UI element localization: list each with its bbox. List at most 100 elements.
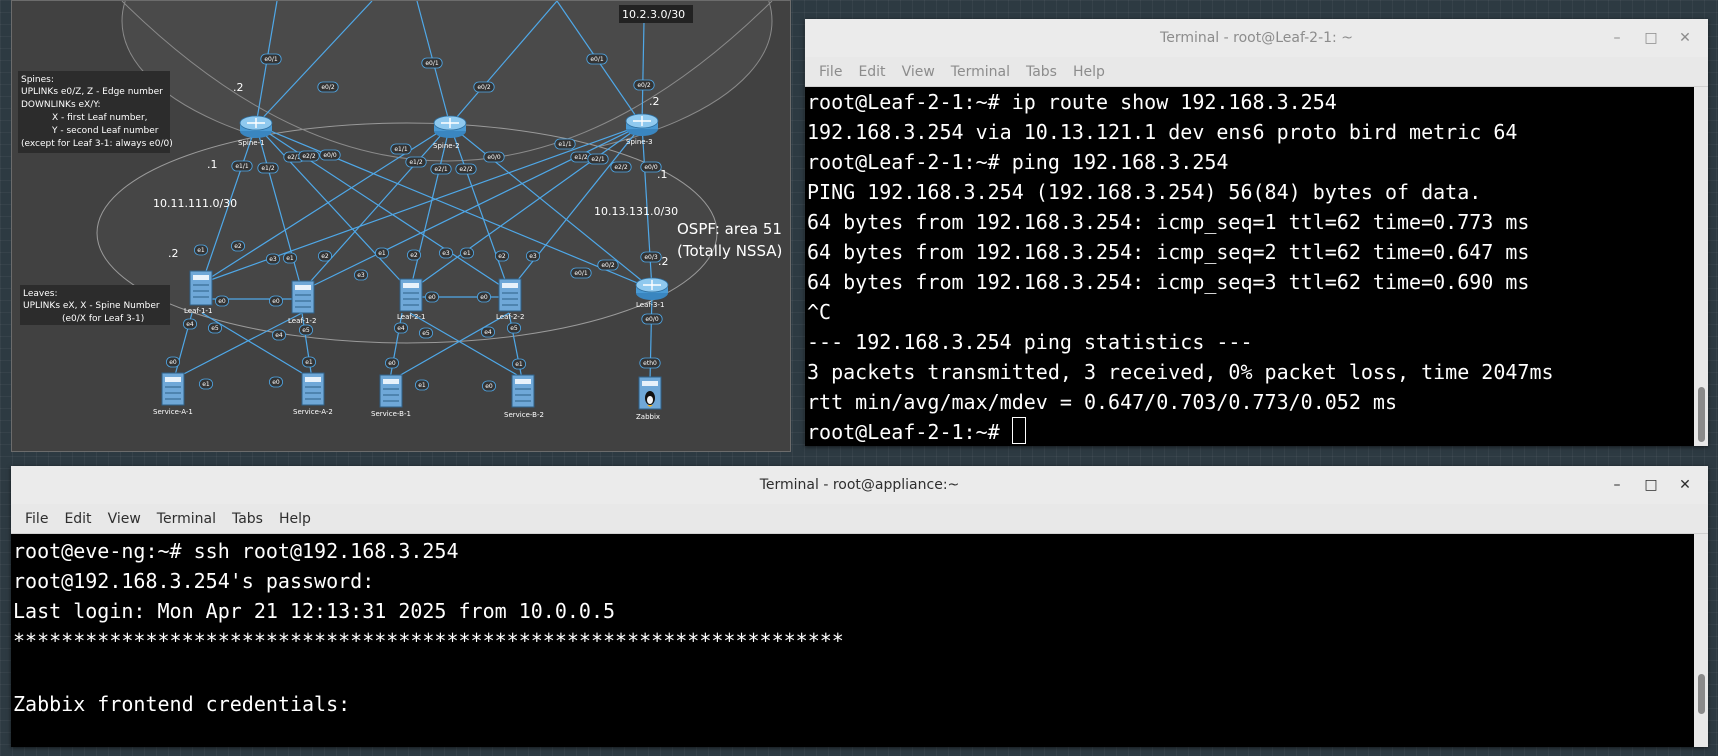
service-b-2-server[interactable] <box>511 374 535 408</box>
interface-label-text: e0/1 <box>425 60 439 67</box>
terminal-line: root@eve-ng:~# ssh root@192.168.3.254 <box>13 539 459 563</box>
scroll-thumb[interactable] <box>1698 674 1705 714</box>
menu-help[interactable]: Help <box>271 511 319 527</box>
menu-terminal[interactable]: Terminal <box>149 511 224 527</box>
interface-label-text: e2 <box>321 253 329 260</box>
interface-label-text: e1/1 <box>235 163 249 170</box>
address-label: .2 <box>649 95 660 108</box>
spines-note-line: Y - second Leaf number <box>51 126 159 136</box>
leaf-1-2-server[interactable] <box>291 280 315 314</box>
interface-label: e0/3 <box>640 251 662 263</box>
interface-label-text: e3 <box>357 272 365 279</box>
scrollbar[interactable] <box>1694 87 1708 446</box>
interface-label: e2 <box>406 249 421 261</box>
menu-help[interactable]: Help <box>1065 64 1113 80</box>
interface-label-text: e4 <box>397 325 405 332</box>
leaf-3-1-router[interactable] <box>635 277 669 300</box>
interface-label: e1 <box>414 379 429 391</box>
interface-label-text: e3 <box>529 253 537 260</box>
menu-file[interactable]: File <box>17 511 56 527</box>
interface-label: e2/1 <box>587 153 609 165</box>
interface-label: e0/1 <box>570 267 592 279</box>
interface-label: e4 <box>271 329 286 341</box>
interface-label: e5 <box>207 322 222 334</box>
terminal-window-appliance[interactable]: Terminal - root@appliance:~ – □ ✕ File E… <box>11 466 1708 747</box>
terminal-line: Last login: Mon Apr 21 12:13:31 2025 fro… <box>13 599 616 623</box>
menu-tabs[interactable]: Tabs <box>224 511 271 527</box>
leaf-2-2-server[interactable] <box>498 278 522 312</box>
interface-label: e5 <box>298 324 313 336</box>
minimize-icon[interactable]: – <box>1600 19 1634 57</box>
terminal-line: 64 bytes from 192.168.3.254: icmp_seq=2 … <box>807 240 1530 264</box>
menu-file[interactable]: File <box>811 64 850 80</box>
interface-label-text: e1/2 <box>574 154 588 161</box>
spine-3-label: Spine-3 <box>626 138 653 146</box>
interface-label: e0/0 <box>319 149 341 161</box>
interface-label-text: e0/2 <box>477 84 491 91</box>
spines-note-line: (except for Leaf 3-1: always e0/0) <box>21 139 173 149</box>
interface-label-text: e2/2 <box>302 153 316 160</box>
scroll-thumb[interactable] <box>1698 387 1705 442</box>
spines-note-line: UPLINKs e0/Z, Z - Edge number <box>21 87 163 97</box>
service-b-1-server[interactable] <box>379 374 403 408</box>
maximize-icon[interactable]: □ <box>1634 466 1668 504</box>
window-title: Terminal - root@appliance:~ <box>759 477 960 493</box>
titlebar[interactable]: Terminal - root@Leaf-2-1: ~ – □ ✕ <box>805 19 1708 57</box>
minimize-icon[interactable]: – <box>1600 466 1634 504</box>
interface-label: e2/2 <box>298 150 320 162</box>
interface-label-text: e5 <box>510 325 518 332</box>
terminal-line: ****************************************… <box>13 629 844 653</box>
menu-edit[interactable]: Edit <box>56 511 99 527</box>
menu-view[interactable]: View <box>894 64 943 80</box>
terminal-output[interactable]: root@eve-ng:~# ssh root@192.168.3.254 ro… <box>11 534 1694 747</box>
terminal-line: root@Leaf-2-1:~# ip route show 192.168.3… <box>807 90 1337 114</box>
close-icon[interactable]: ✕ <box>1668 19 1702 57</box>
address-label: .2 <box>168 247 179 260</box>
menu-tabs[interactable]: Tabs <box>1018 64 1065 80</box>
interface-label-text: e0/2 <box>321 84 335 91</box>
service-a-1-server[interactable] <box>161 372 185 406</box>
spine-2-label: Spine-2 <box>433 142 460 150</box>
interface-label: e4 <box>480 326 495 338</box>
menu-edit[interactable]: Edit <box>850 64 893 80</box>
interface-label: e1/1 <box>231 160 253 172</box>
menu-terminal[interactable]: Terminal <box>943 64 1018 80</box>
spines-note-line: Spines: <box>21 75 54 85</box>
service-b-2-label: Service-B-2 <box>504 411 544 419</box>
interface-label: e1/2 <box>257 162 279 174</box>
interface-label-text: e0 <box>272 298 280 305</box>
terminal-window-leaf[interactable]: Terminal - root@Leaf-2-1: ~ – □ ✕ File E… <box>805 19 1708 446</box>
menu-view[interactable]: View <box>100 511 149 527</box>
interface-label-text: e1 <box>305 359 313 366</box>
interface-label: e3 <box>265 253 280 265</box>
interface-label-text: e0 <box>169 359 177 366</box>
address-label: .2 <box>233 81 244 94</box>
titlebar[interactable]: Terminal - root@appliance:~ – □ ✕ <box>11 466 1708 504</box>
maximize-icon[interactable]: □ <box>1634 19 1668 57</box>
service-a-2-server[interactable] <box>301 372 325 406</box>
interface-label: e1/2 <box>405 156 427 168</box>
interface-label: e0 <box>268 376 283 388</box>
interface-label-text: e0 <box>480 294 488 301</box>
interface-label-text: e2 <box>410 252 418 259</box>
terminal-line: --- 192.168.3.254 ping statistics --- <box>807 330 1253 354</box>
terminal-output[interactable]: root@Leaf-2-1:~# ip route show 192.168.3… <box>805 87 1694 446</box>
interface-label: e0 <box>424 291 439 303</box>
close-icon[interactable]: ✕ <box>1668 466 1702 504</box>
spine-3-router[interactable] <box>625 113 659 136</box>
interface-label-text: e0/0 <box>487 154 501 161</box>
interface-label: e0/0 <box>640 161 662 173</box>
leaf-2-1-server[interactable] <box>399 278 423 312</box>
spine-2-router[interactable] <box>433 115 467 138</box>
leaf-1-1-server[interactable] <box>189 270 213 306</box>
scrollbar[interactable] <box>1694 534 1708 747</box>
topology-canvas[interactable]: 10.2.3.0/30 10.11.111.0/30 10.13.131.0/3… <box>11 0 791 452</box>
interface-label-text: e2 <box>498 253 506 260</box>
interface-label-text: e1 <box>197 247 205 254</box>
interface-label: e0/1 <box>421 57 443 69</box>
spine-1-router[interactable] <box>239 115 273 138</box>
zabbix-server[interactable] <box>638 376 662 410</box>
interface-label-text: e5 <box>302 327 310 334</box>
interface-label-text: e4 <box>484 329 492 336</box>
interface-label-text: e0 <box>218 298 226 305</box>
